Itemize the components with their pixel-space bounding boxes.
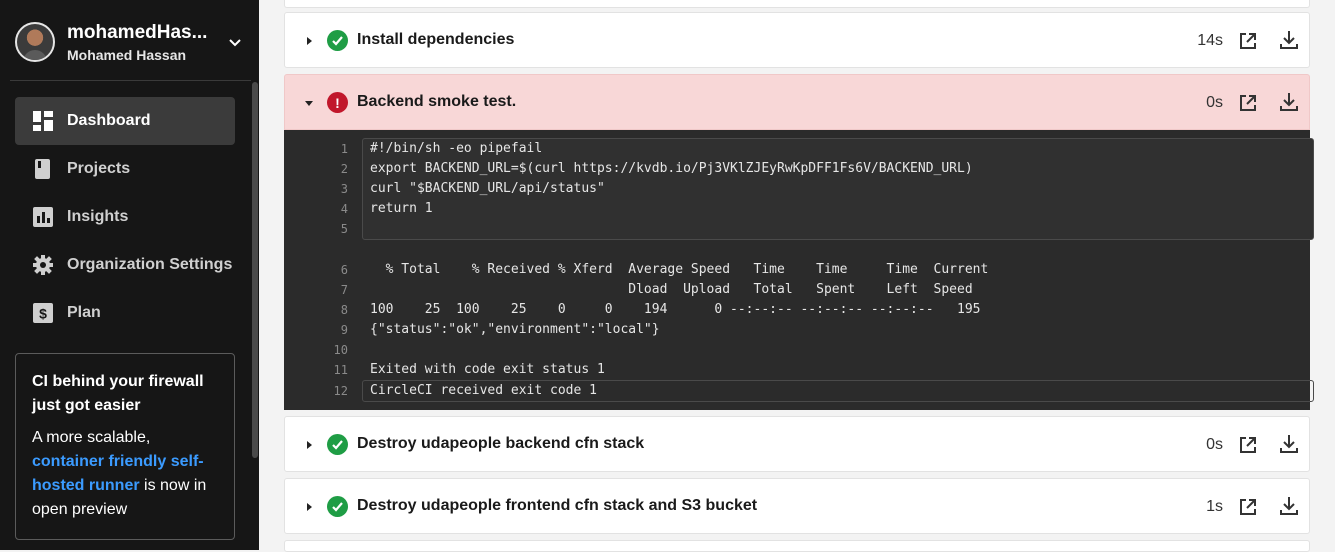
terminal-line: 12 CircleCI received exit code 1 <box>284 381 1310 401</box>
line-number: 9 <box>340 323 348 337</box>
sidebar-item-dashboard[interactable]: Dashboard <box>15 97 235 145</box>
next-step-edge <box>284 540 1310 552</box>
step-duration: 14s <box>1197 32 1223 49</box>
promo-title: CI behind your firewall just got easier <box>32 373 204 414</box>
user-menu[interactable]: mohamedHas... Mohamed Hassan <box>0 0 259 80</box>
previous-step-edge <box>284 0 1310 8</box>
error-alert-icon: ! <box>327 92 348 113</box>
caret-right-icon[interactable] <box>304 35 314 47</box>
download-icon[interactable] <box>1278 91 1300 113</box>
terminal-line: 9 {"status":"ok","environment":"local"} <box>284 320 1310 340</box>
step-install-dependencies[interactable]: Install dependencies 14s <box>284 12 1310 68</box>
line-number: 4 <box>340 202 348 216</box>
line-number: 3 <box>340 182 348 196</box>
terminal-line: 3 curl "$BACKEND_URL/api/status" <box>284 179 1310 199</box>
download-icon[interactable] <box>1278 433 1300 455</box>
line-text: export BACKEND_URL=$(curl https://kvdb.i… <box>370 161 973 176</box>
step-title: Destroy udapeople frontend cfn stack and… <box>357 497 758 514</box>
open-external-icon[interactable] <box>1237 496 1259 518</box>
step-destroy-backend-stack[interactable]: Destroy udapeople backend cfn stack 0s <box>284 416 1310 472</box>
gear-icon <box>33 255 53 275</box>
line-number: 2 <box>340 162 348 176</box>
plan-icon: $ <box>33 303 53 323</box>
success-check-icon <box>327 434 348 455</box>
open-external-icon[interactable] <box>1237 30 1259 52</box>
line-text: CircleCI received exit code 1 <box>370 383 597 398</box>
line-number: 5 <box>340 222 348 236</box>
user-full-name: Mohamed Hassan <box>67 47 187 63</box>
line-text: #!/bin/sh -eo pipefail <box>370 141 543 156</box>
step-destroy-frontend-stack[interactable]: Destroy udapeople frontend cfn stack and… <box>284 478 1310 534</box>
caret-right-icon[interactable] <box>304 439 314 451</box>
svg-text:$: $ <box>39 306 47 322</box>
sidebar-item-organization-settings[interactable]: Organization Settings <box>15 241 235 289</box>
runner-promo-card: CI behind your firewall just got easier … <box>15 353 235 540</box>
line-text: % Total % Received % Xferd Average Speed… <box>370 262 989 277</box>
sidebar-item-label: Dashboard <box>67 112 151 129</box>
terminal-line: 5 <box>284 219 1310 239</box>
step-duration: 0s <box>1206 436 1223 453</box>
success-check-icon <box>327 496 348 517</box>
sidebar-scrollbar-thumb[interactable] <box>252 82 258 458</box>
sidebar-item-insights[interactable]: Insights <box>15 193 235 241</box>
dashboard-icon <box>33 111 53 131</box>
sidebar-item-label: Plan <box>67 304 101 321</box>
promo-body-start: A more scalable, <box>32 429 151 446</box>
sidebar-item-plan[interactable]: $ Plan <box>15 289 235 337</box>
sidebar: mohamedHas... Mohamed Hassan Dashboard P… <box>0 0 259 550</box>
terminal-line: 1 #!/bin/sh -eo pipefail <box>284 139 1310 159</box>
terminal-line: 6 % Total % Received % Xferd Average Spe… <box>284 260 1310 280</box>
insights-icon <box>33 207 53 227</box>
step-title: Install dependencies <box>357 31 515 48</box>
chevron-down-icon[interactable] <box>227 34 243 50</box>
line-text: curl "$BACKEND_URL/api/status" <box>370 181 605 196</box>
terminal-line: 2 export BACKEND_URL=$(curl https://kvdb.… <box>284 159 1310 179</box>
caret-down-icon[interactable] <box>304 97 314 109</box>
username: mohamedHas... <box>67 22 208 43</box>
line-number: 8 <box>340 303 348 317</box>
sidebar-item-projects[interactable]: Projects <box>15 145 235 193</box>
terminal-line: 7 Dload Upload Total Spent Left Speed <box>284 280 1310 300</box>
line-text: return 1 <box>370 201 433 216</box>
terminal-line: 11 Exited with code exit status 1 <box>284 360 1310 380</box>
success-check-icon <box>327 30 348 51</box>
download-icon[interactable] <box>1278 29 1300 51</box>
sidebar-item-label: Projects <box>67 160 131 177</box>
open-external-icon[interactable] <box>1237 92 1259 114</box>
line-number: 1 <box>340 142 348 156</box>
step-duration: 0s <box>1206 94 1223 111</box>
step-title: Destroy udapeople backend cfn stack <box>357 435 645 452</box>
line-number: 7 <box>340 283 348 297</box>
step-duration: 1s <box>1206 498 1223 515</box>
projects-icon <box>33 159 53 179</box>
step-title: Backend smoke test. <box>357 93 517 110</box>
line-number: 6 <box>340 263 348 277</box>
terminal-line: 4 return 1 <box>284 199 1310 219</box>
sidebar-divider <box>10 80 251 81</box>
line-number: 10 <box>333 343 348 357</box>
line-text: Dload Upload Total Spent Left Speed <box>370 282 973 297</box>
download-icon[interactable] <box>1278 495 1300 517</box>
line-number: 12 <box>333 384 348 398</box>
line-text: 100 25 100 25 0 0 194 0 --:--:-- --:--:-… <box>370 302 981 317</box>
sidebar-item-label: Insights <box>67 208 129 225</box>
caret-right-icon[interactable] <box>304 501 314 513</box>
avatar <box>15 22 55 62</box>
step-output-terminal[interactable]: 1 #!/bin/sh -eo pipefail 2 export BACKEND_… <box>284 130 1314 410</box>
open-external-icon[interactable] <box>1237 434 1259 456</box>
sidebar-item-label: Organization Settings <box>67 256 233 273</box>
line-text: Exited with code exit status 1 <box>370 362 605 377</box>
job-steps-panel: Install dependencies 14s ! Backend smoke… <box>259 0 1335 552</box>
line-number: 11 <box>333 363 348 377</box>
promo-body: A more scalable, container friendly self… <box>32 426 218 522</box>
line-text: {"status":"ok","environment":"local"} <box>370 322 660 337</box>
terminal-line: 10 <box>284 340 1310 360</box>
terminal-line: 8 100 25 100 25 0 0 194 0 --:--:-- --:--:… <box>284 300 1310 320</box>
step-backend-smoke-test[interactable]: ! Backend smoke test. 0s <box>284 74 1310 130</box>
